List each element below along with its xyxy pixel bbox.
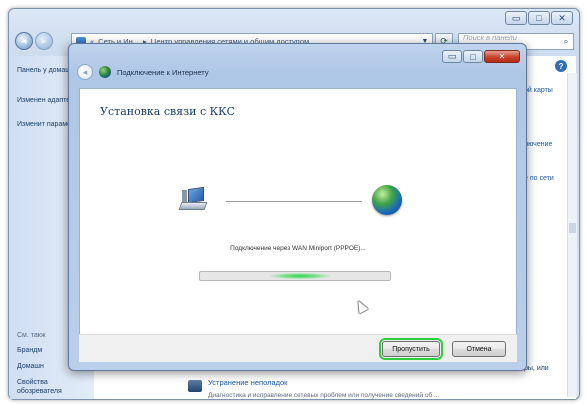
dialog-close-button[interactable]: ✕ (484, 50, 520, 63)
connect-to-internet-dialog: ▭ □ ✕ ◂ Подключение к Интернету Установк… (68, 43, 527, 371)
troubleshoot-icon (188, 380, 202, 392)
skip-button[interactable]: Пропустить (379, 338, 443, 360)
maximize-button[interactable]: □ (528, 11, 550, 25)
scrollbar[interactable] (567, 73, 577, 397)
network-globe-icon (99, 66, 111, 78)
cancel-button[interactable]: Отмена (452, 341, 506, 357)
back-arrow-icon[interactable]: ◂ (77, 64, 93, 80)
navigation-buttons: ◂ ▸ (15, 32, 53, 50)
troubleshoot-description: Диагностика и исправление сетевых пробле… (208, 392, 440, 399)
scrollbar-thumb[interactable] (569, 223, 576, 233)
connection-line (226, 201, 362, 202)
back-arrow-icon[interactable]: ◂ (15, 32, 33, 50)
dialog-header: ◂ Подключение к Интернету (77, 64, 209, 80)
dialog-minimize-button[interactable]: ▭ (442, 50, 462, 63)
minimize-button[interactable]: ▭ (505, 11, 527, 25)
dialog-heading: Установка связи с ККС (100, 105, 236, 118)
troubleshoot-item[interactable]: Устранение неполадок Диагностика и испра… (188, 378, 439, 399)
troubleshoot-title[interactable]: Устранение неполадок (208, 378, 439, 387)
dialog-footer: Пропустить Отмена (79, 334, 517, 362)
dialog-body: Установка связи с ККС Подключение через … (79, 88, 517, 362)
dialog-window-controls: ▭ □ ✕ (442, 50, 520, 63)
status-text: Подключение через WAN Miniport (PPPOE)..… (230, 245, 366, 252)
help-icon[interactable]: ? (555, 60, 567, 72)
search-icon[interactable]: ⌕ (559, 36, 573, 47)
progress-marquee (270, 273, 330, 279)
window-controls: ▭ □ ✕ (505, 11, 573, 25)
close-button[interactable]: ✕ (551, 11, 573, 25)
nav-link-internet-options[interactable]: Свойства обозревателя (17, 378, 91, 396)
dialog-title: Подключение к Интернету (117, 67, 209, 77)
progress-bar (199, 271, 391, 281)
network-globe-icon (372, 185, 402, 215)
computer-icon (178, 186, 210, 214)
forward-arrow-icon[interactable]: ▸ (35, 32, 53, 50)
dialog-maximize-button[interactable]: □ (463, 50, 483, 63)
